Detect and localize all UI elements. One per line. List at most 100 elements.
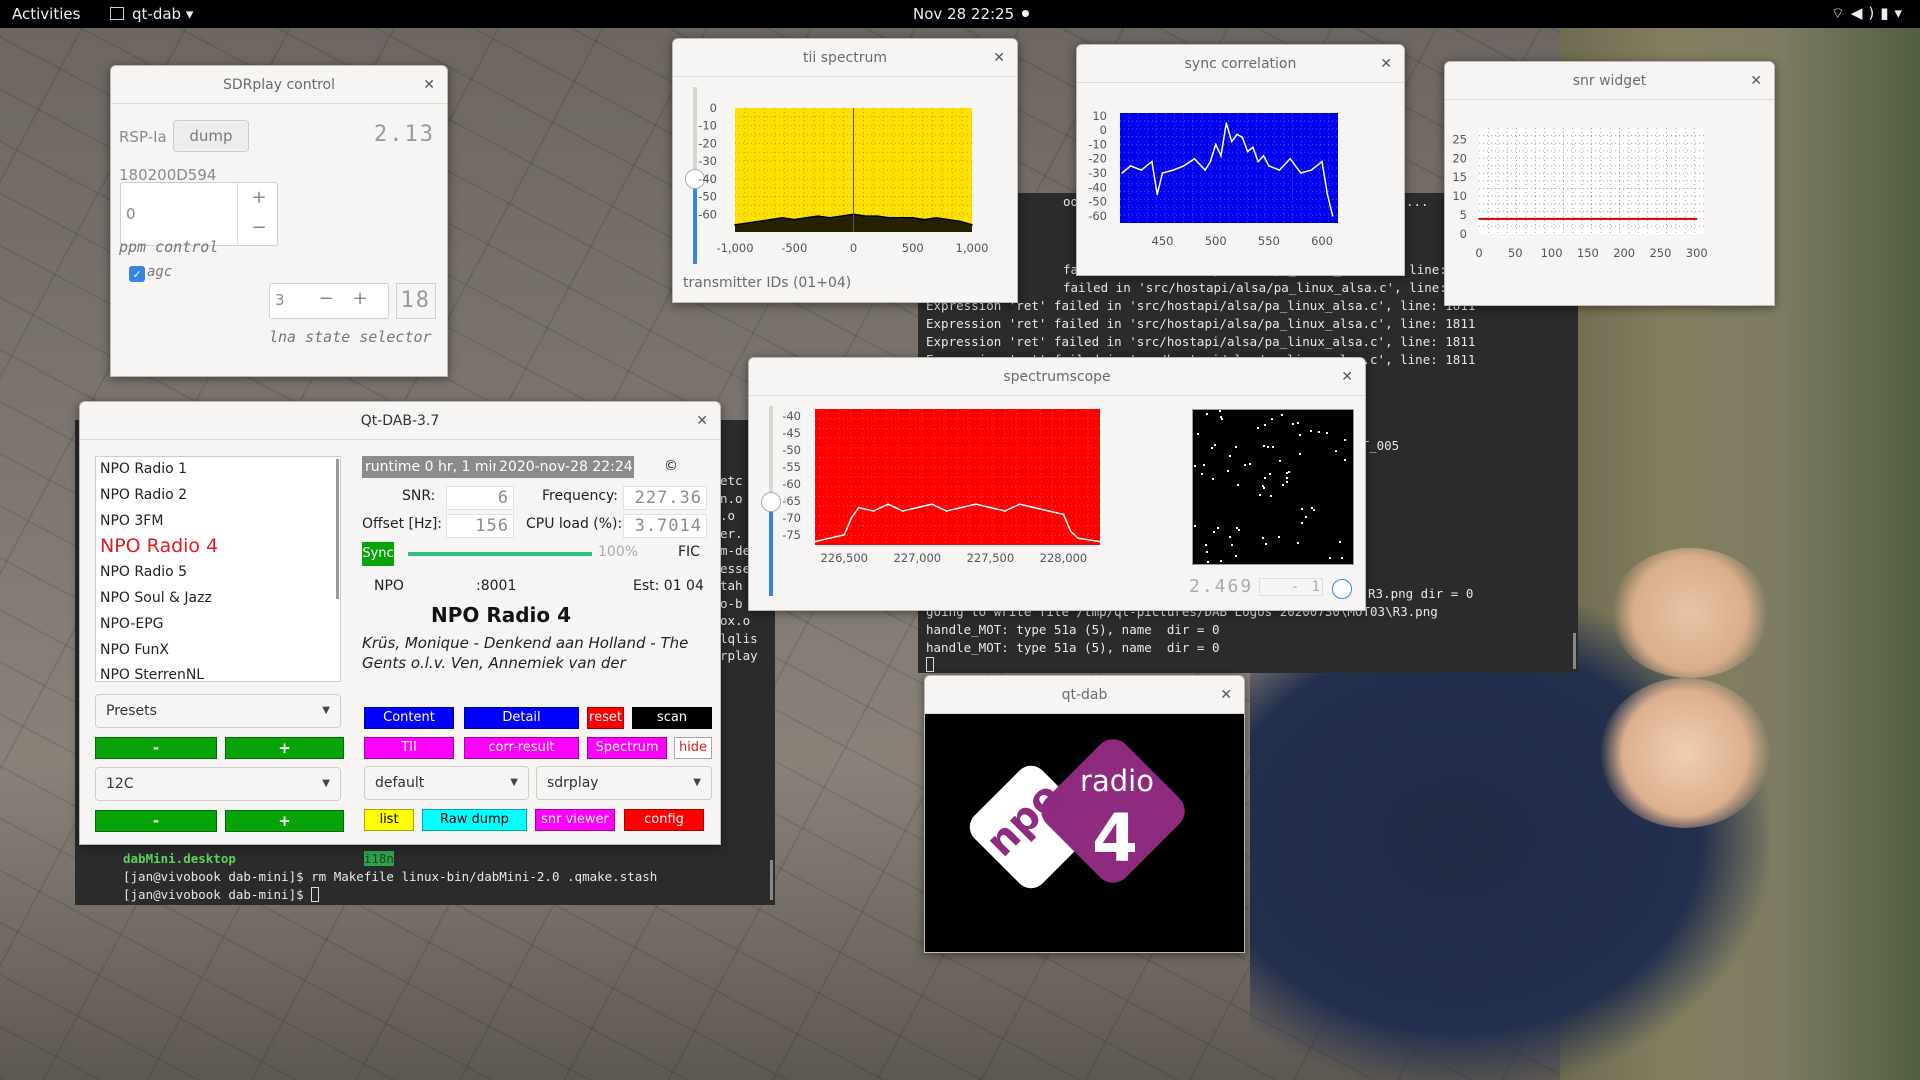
notification-dot (1022, 10, 1029, 17)
station-list-item[interactable]: NPO-EPG (96, 612, 340, 638)
terminal-fragment: ox.o (720, 613, 751, 628)
constellation-point (1297, 422, 1299, 424)
data-point (1193, 157, 1196, 160)
window-titlebar[interactable]: tii spectrum ✕ (673, 39, 1017, 77)
data-point (850, 517, 853, 519)
lna-value: 3 (275, 291, 285, 309)
scrollbar[interactable] (336, 459, 339, 599)
corr-result-button[interactable]: corr-result (464, 737, 579, 759)
constellation-point (1213, 531, 1215, 533)
default-combo[interactable]: default ▼ (364, 766, 529, 800)
ensemble-id: :8001 (476, 578, 517, 594)
reset-button[interactable]: reset (587, 707, 624, 729)
station-list-item[interactable]: NPO 3FM (96, 509, 340, 535)
window-titlebar[interactable]: Qt-DAB-3.7 ✕ (80, 402, 720, 440)
raw-dump-button[interactable]: Raw dump (422, 809, 527, 831)
station-list-item[interactable]: NPO SterrenNL (96, 663, 340, 681)
y-tick-label: -65 (782, 494, 801, 508)
copyright-icon[interactable]: © (664, 458, 678, 474)
ppm-increment-button[interactable]: + (243, 187, 275, 208)
data-point (829, 217, 831, 219)
data-point (1623, 218, 1625, 220)
app-menu[interactable]: qt-dab ▾ (110, 5, 193, 23)
clock[interactable]: Nov 28 22:25 (913, 5, 1014, 23)
lna-decrement-button[interactable]: − (310, 288, 342, 309)
ppm-decrement-button[interactable]: − (243, 217, 275, 238)
tii-button[interactable]: TII (364, 737, 454, 759)
activities-button[interactable]: Activities (12, 5, 80, 23)
terminal-line: R3.png dir = 0 (1368, 586, 1474, 601)
scrollbar[interactable] (1573, 633, 1576, 669)
station-list-item[interactable]: NPO Radio 2 (96, 483, 340, 509)
preset-prev-button[interactable]: - (95, 737, 217, 759)
logo-canvas: npo radio 4 (925, 714, 1244, 952)
scrollbar[interactable] (770, 860, 773, 900)
station-list-item[interactable]: NPO Radio 4 (96, 534, 340, 560)
snr-viewer-button[interactable]: snr viewer (535, 809, 615, 831)
close-icon[interactable]: ✕ (1750, 62, 1762, 100)
spectrum-button[interactable]: Spectrum (587, 737, 667, 759)
data-point (1252, 146, 1254, 149)
data-point (781, 217, 784, 219)
window-titlebar[interactable]: spectrumscope ✕ (749, 358, 1365, 396)
y-tick-label: 5 (1460, 208, 1467, 222)
window-titlebar[interactable]: SDRplay control ✕ (111, 66, 447, 104)
preset-next-button[interactable]: + (225, 737, 344, 759)
constellation-point (1259, 494, 1261, 496)
dump-button[interactable]: dump (173, 120, 249, 152)
constellation-point (1244, 464, 1246, 466)
window-titlebar[interactable]: qt-dab ✕ (925, 676, 1244, 714)
device-combo[interactable]: sdrplay ▼ (536, 766, 712, 800)
hide-button[interactable]: hide (674, 737, 712, 759)
runtime-display: runtime 0 hr, 1 min (362, 456, 505, 478)
qt-dab-logo-window: qt-dab ✕ npo radio 4 (924, 675, 1245, 953)
data-point (1156, 193, 1159, 196)
channel-next-button[interactable]: + (225, 810, 344, 832)
station-list-item[interactable]: NPO Soul & Jazz (96, 586, 340, 612)
constellation-point (1339, 541, 1341, 543)
close-icon[interactable]: ✕ (1220, 676, 1232, 714)
snr-widget-window: snr widget ✕ 25 20 15 10 5 0 0 50 100 150 200 250 300 (1444, 61, 1775, 306)
window-titlebar[interactable]: sync correlation ✕ (1077, 45, 1404, 83)
config-button[interactable]: config (624, 809, 704, 831)
scope-dial[interactable] (1332, 579, 1352, 599)
system-menu[interactable]: ⌔◀)▮▾ (1831, 4, 1908, 23)
x-tick-label: 600 (1311, 234, 1333, 248)
data-point (1151, 160, 1153, 163)
ppm-spinbox[interactable]: 0 + − (120, 182, 278, 246)
content-button[interactable]: Content (364, 707, 454, 729)
channel-combo[interactable]: 12C ▼ (95, 767, 341, 801)
detail-button[interactable]: Detail (464, 707, 579, 729)
station-list-item[interactable]: NPO FunX (96, 638, 340, 664)
x-tick-label: 1,000 (956, 241, 989, 255)
data-point (1004, 510, 1006, 512)
lna-spinbox[interactable]: 3 − + (269, 283, 389, 319)
data-point (828, 537, 831, 539)
presets-combo[interactable]: Presets ▼ (95, 694, 341, 728)
agc-checkbox[interactable]: ✓ agc (129, 264, 172, 282)
constellation-point (1286, 477, 1288, 479)
lna-increment-button[interactable]: + (344, 288, 376, 309)
close-icon[interactable]: ✕ (696, 402, 708, 440)
constellation-point (1263, 487, 1265, 489)
data-point (1321, 160, 1323, 163)
station-list[interactable]: NPO Radio 1 NPO Radio 2 NPO 3FM NPO Radio 4… (95, 456, 341, 682)
station-list-item[interactable]: NPO Radio 5 (96, 560, 340, 586)
list-button[interactable]: list (364, 809, 414, 831)
close-icon[interactable]: ✕ (423, 66, 435, 104)
close-icon[interactable]: ✕ (1380, 45, 1392, 83)
presets-label: Presets (106, 703, 157, 719)
window-title: snr widget (1572, 73, 1647, 89)
snr-label: SNR: (402, 488, 436, 504)
constellation-point (1206, 413, 1208, 415)
data-point (1033, 506, 1036, 509)
scan-button[interactable]: scan (632, 707, 712, 729)
window-titlebar[interactable]: snr widget ✕ (1445, 62, 1774, 100)
close-icon[interactable]: ✕ (993, 39, 1005, 77)
tii-footer: transmitter IDs (01+04) (683, 275, 852, 291)
offset-label: Offset [Hz]: (362, 516, 443, 532)
close-icon[interactable]: ✕ (1341, 358, 1353, 396)
channel-prev-button[interactable]: - (95, 810, 217, 832)
station-list-item[interactable]: NPO Radio 1 (96, 457, 340, 483)
data-point (1659, 218, 1662, 220)
